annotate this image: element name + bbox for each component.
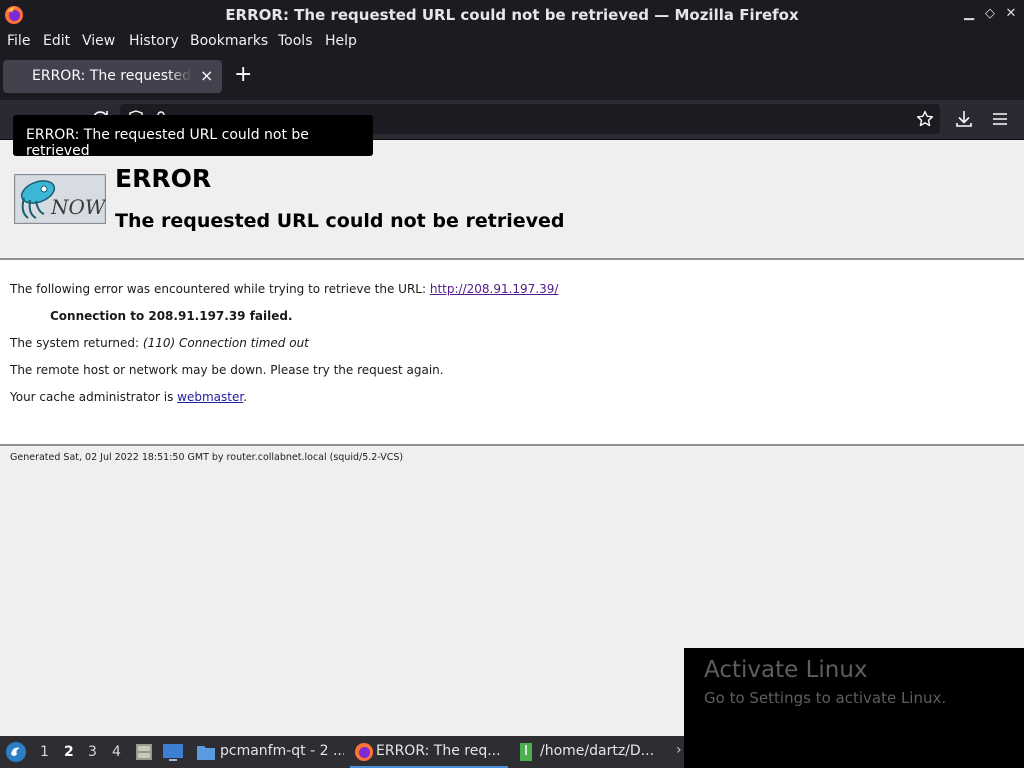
tab-error[interactable]: ERROR: The requested URL could not be re… (3, 60, 222, 93)
window-titlebar: ERROR: The requested URL could not be re… (0, 0, 1024, 29)
activate-linux-watermark: Activate Linux Go to Settings to activat… (684, 648, 1024, 768)
hamburger-menu-icon[interactable] (989, 108, 1011, 130)
activate-title: Activate Linux (704, 657, 868, 683)
menu-file[interactable]: File (7, 33, 30, 49)
minimize-icon[interactable]: ▁ (961, 6, 977, 21)
window-title: ERROR: The requested URL could not be re… (225, 6, 799, 24)
menu-tools[interactable]: Tools (278, 33, 313, 49)
generated-footer: Generated Sat, 02 Jul 2022 18:51:50 GMT … (10, 452, 404, 463)
system-returned-line: The system returned: (110) Connection ti… (10, 336, 309, 350)
menu-bookmarks[interactable]: Bookmarks (190, 33, 268, 49)
close-window-icon[interactable]: ✕ (1003, 6, 1019, 21)
activate-subtitle: Go to Settings to activate Linux. (704, 689, 947, 707)
cache-admin-suffix: . (243, 390, 248, 404)
connection-failed-text: Connection to 208.91.197.39 failed. (50, 309, 293, 323)
logo-text: NOW (50, 195, 106, 219)
page-content: NOW ERROR The requested URL could not be… (0, 140, 1024, 736)
folder-icon (197, 746, 215, 760)
menu-help[interactable]: Help (325, 33, 357, 49)
menu-history[interactable]: History (129, 33, 179, 49)
cache-admin-prefix: Your cache administrator is (10, 390, 178, 404)
file-cabinet-icon[interactable] (134, 742, 154, 762)
task-label: ERROR: The req... (376, 743, 501, 759)
archive-icon (520, 743, 532, 761)
task-firefox[interactable]: ERROR: The req... (350, 736, 508, 768)
retry-message: The remote host or network may be down. … (10, 363, 444, 377)
task-label: /home/dartz/D... (540, 743, 655, 759)
tab-tooltip: ERROR: The requested URL could not be re… (13, 115, 373, 159)
new-tab-button[interactable]: + (234, 64, 252, 86)
workspace-4[interactable]: 4 (112, 744, 121, 760)
downloads-icon[interactable] (953, 108, 975, 130)
system-returned-error: (110) Connection timed out (142, 336, 309, 350)
system-returned-prefix: The system returned: (10, 336, 143, 350)
url-prefix: The following error was encountered whil… (10, 282, 430, 296)
show-desktop-icon[interactable] (162, 742, 184, 762)
bookmark-star-icon[interactable] (916, 110, 934, 128)
workspace-2[interactable]: 2 (64, 744, 74, 760)
cache-admin-line: Your cache administrator is webmaster. (10, 390, 247, 404)
task-archive[interactable]: /home/dartz/D... (514, 736, 664, 768)
error-subheading: The requested URL could not be retrieved (115, 210, 565, 232)
requested-url-link[interactable]: http://208.91.197.39/ (430, 282, 559, 296)
tab-close-icon[interactable]: × (200, 66, 213, 85)
error-details: The following error was encountered whil… (0, 258, 1024, 446)
taskbar-overflow-icon[interactable]: › (676, 742, 682, 758)
firefox-icon (355, 743, 373, 761)
tab-label: ERROR: The requested URL could not be re… (32, 68, 192, 84)
error-heading: ERROR (115, 164, 212, 193)
error-line-url: The following error was encountered whil… (10, 282, 558, 296)
task-label: pcmanfm-qt - 2 ... (220, 743, 344, 759)
tab-strip: ERROR: The requested URL could not be re… (0, 55, 1024, 100)
start-menu-icon[interactable] (5, 741, 27, 763)
workspace-1[interactable]: 1 (40, 744, 49, 760)
workspace-3[interactable]: 3 (88, 744, 97, 760)
menu-edit[interactable]: Edit (43, 33, 70, 49)
squid-logo: NOW (14, 174, 106, 224)
task-pcmanfm[interactable]: pcmanfm-qt - 2 ... (194, 736, 344, 768)
menu-view[interactable]: View (82, 33, 115, 49)
restore-icon[interactable]: ◇ (982, 6, 998, 21)
menubar: File Edit View History Bookmarks Tools H… (0, 29, 1024, 55)
webmaster-link[interactable]: webmaster (177, 390, 243, 404)
